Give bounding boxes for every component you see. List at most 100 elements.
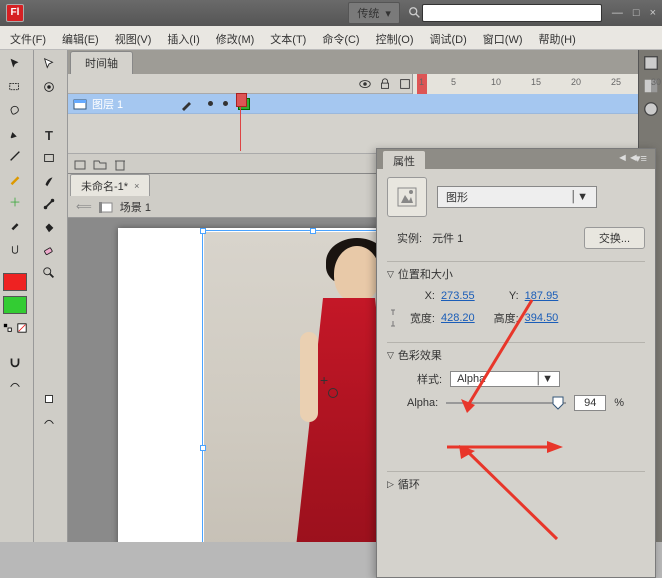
option-2[interactable] (36, 412, 62, 432)
dock-icon-1[interactable] (641, 53, 661, 73)
3d-tool[interactable] (36, 77, 62, 97)
delete-layer-button[interactable] (112, 156, 128, 172)
outline-icon[interactable] (398, 77, 412, 91)
text-tool[interactable]: T (36, 125, 62, 145)
style-dropdown[interactable]: Alpha │▼ (450, 371, 560, 387)
chevron-down-icon: │▼ (535, 373, 553, 385)
lasso-tool[interactable] (2, 77, 28, 97)
selection-tool[interactable] (2, 54, 28, 74)
visibility-icon[interactable] (358, 77, 372, 91)
eraser-tool[interactable] (36, 240, 62, 260)
scene-icon (98, 199, 114, 215)
hand-tool[interactable] (2, 238, 28, 258)
menu-command[interactable]: 命令(C) (314, 26, 367, 49)
app-icon: Fl (6, 4, 24, 22)
menu-text[interactable]: 文本(T) (262, 26, 314, 49)
alpha-input[interactable] (574, 395, 606, 411)
style-value: Alpha (457, 373, 485, 385)
style-label: 样式: (417, 371, 442, 387)
chevron-down-icon: │▼ (570, 191, 588, 203)
minimize-button[interactable]: — (612, 7, 623, 19)
alpha-slider[interactable] (446, 396, 566, 410)
zoom-tool[interactable] (36, 263, 62, 283)
lock-icon[interactable] (378, 77, 392, 91)
search-icon (408, 6, 422, 20)
instance-name: 元件 1 (432, 230, 463, 246)
document-tab-label: 未命名-1* (81, 178, 128, 194)
dock-icon-3[interactable] (641, 99, 661, 119)
new-layer-button[interactable] (72, 156, 88, 172)
timeline-tab[interactable]: 时间轴 (70, 51, 133, 74)
scene-label[interactable]: 场景 1 (120, 199, 151, 215)
layout-dropdown[interactable]: 传统 ▾ (348, 2, 400, 24)
new-folder-button[interactable] (92, 156, 108, 172)
alpha-percent: % (614, 397, 624, 409)
layer-name[interactable]: 图层 1 (92, 96, 176, 112)
swap-colors-icon[interactable] (2, 318, 14, 338)
instance-type-value: 图形 (446, 189, 468, 205)
section-position[interactable]: ▽ 位置和大小 (387, 262, 645, 286)
menubar: 文件(F) 编辑(E) 视图(V) 插入(I) 修改(M) 文本(T) 命令(C… (0, 26, 662, 50)
instance-type-icon (387, 177, 427, 217)
back-arrow-icon[interactable]: ⟸ (76, 200, 92, 213)
brush-tool[interactable] (36, 171, 62, 191)
panel-tab[interactable]: 属性 (383, 151, 425, 171)
timeline-ruler[interactable]: 1 5 10 15 20 25 30 (412, 74, 638, 94)
width-value[interactable]: 428.20 (441, 312, 475, 324)
menu-help[interactable]: 帮助(H) (531, 26, 584, 49)
menu-window[interactable]: 窗口(W) (475, 26, 531, 49)
subselection-tool[interactable] (36, 54, 62, 74)
pencil-tool[interactable] (2, 169, 28, 189)
panel-menu-icon[interactable]: ▾≡ (635, 152, 649, 166)
menu-file[interactable]: 文件(F) (2, 26, 54, 49)
rect-tool[interactable] (36, 148, 62, 168)
menu-debug[interactable]: 调试(D) (422, 26, 475, 49)
layer-icon (72, 96, 88, 112)
triangle-right-icon: ▷ (387, 479, 394, 490)
eyedropper-tool[interactable] (2, 215, 28, 235)
close-button[interactable]: × (650, 7, 656, 19)
lasso-free-tool[interactable] (2, 100, 28, 120)
menu-edit[interactable]: 编辑(E) (54, 26, 107, 49)
layer-row[interactable]: 图层 1 (68, 94, 638, 114)
y-value[interactable]: 187.95 (525, 290, 559, 302)
instance-type-dropdown[interactable]: 图形 │▼ (437, 186, 597, 208)
smooth-tool[interactable] (2, 375, 28, 395)
close-tab-icon[interactable]: × (134, 181, 139, 191)
bucket-tool[interactable] (36, 217, 62, 237)
height-value[interactable]: 394.50 (525, 312, 559, 324)
pen-tool[interactable] (2, 123, 28, 143)
x-value[interactable]: 273.55 (441, 290, 475, 302)
option-1[interactable] (36, 389, 62, 409)
menu-view[interactable]: 视图(V) (107, 26, 160, 49)
fill-swatch[interactable] (2, 295, 28, 315)
layout-label: 传统 (357, 5, 379, 21)
properties-panel: 属性 ◄◄ ▾≡ 图形 │▼ 实例: 元件 1 (376, 148, 656, 578)
document-tab[interactable]: 未命名-1* × (70, 174, 150, 197)
stroke-swatch[interactable] (2, 272, 28, 292)
menu-control[interactable]: 控制(O) (368, 26, 422, 49)
search-input[interactable] (422, 4, 602, 22)
swap-button[interactable]: 交换... (584, 227, 645, 249)
maximize-button[interactable]: □ (633, 7, 640, 19)
alpha-label: Alpha: (407, 397, 438, 409)
edit-icon (180, 97, 194, 111)
panel-collapse-icon[interactable]: ◄◄ (617, 152, 631, 166)
menu-modify[interactable]: 修改(M) (208, 26, 263, 49)
snap-tool[interactable] (2, 352, 28, 372)
triangle-down-icon: ▽ (387, 269, 394, 280)
menu-insert[interactable]: 插入(I) (159, 26, 207, 49)
bone-tool[interactable] (36, 194, 62, 214)
deco-tool[interactable] (2, 192, 28, 212)
chevron-down-icon: ▾ (385, 7, 391, 20)
instance-label: 实例: (397, 230, 422, 246)
slider-thumb-icon[interactable] (552, 396, 564, 410)
tool-column-right: T (34, 50, 68, 542)
line-tool[interactable] (2, 146, 28, 166)
tool-column-left (0, 50, 34, 542)
lock-ratio-icon[interactable] (385, 306, 401, 330)
triangle-down-icon: ▽ (387, 350, 394, 361)
section-loop[interactable]: ▷ 循环 (387, 472, 645, 496)
no-color-icon[interactable] (16, 318, 28, 338)
section-color-effect[interactable]: ▽ 色彩效果 (387, 343, 645, 367)
